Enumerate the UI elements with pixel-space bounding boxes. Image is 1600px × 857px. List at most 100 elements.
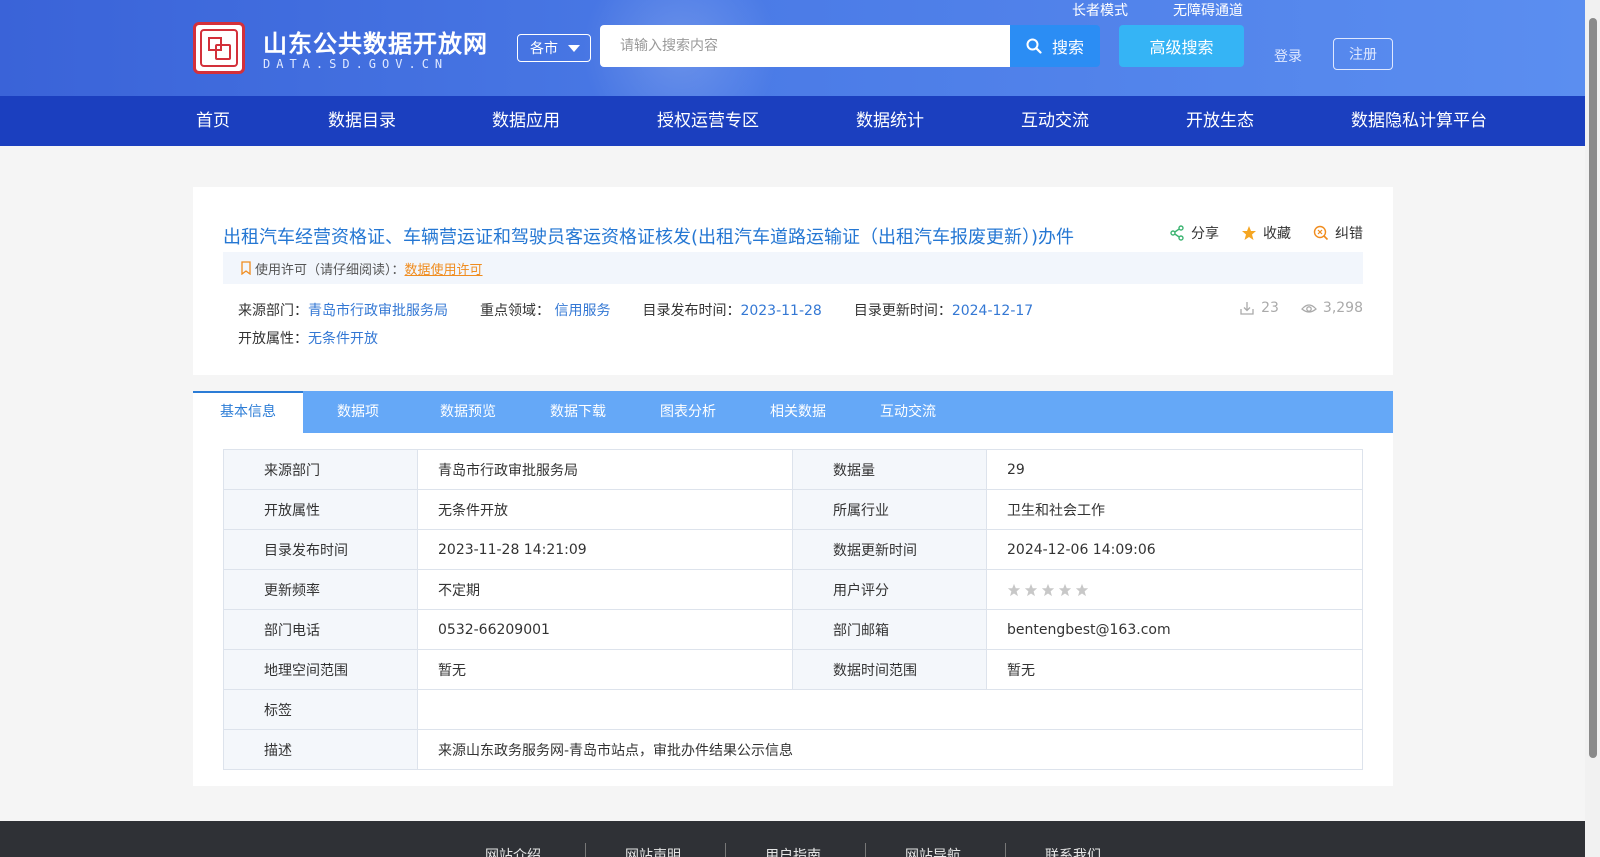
view-count: 3,298 xyxy=(1300,300,1363,316)
dataset-actions: 分享 收藏 纠错 xyxy=(1169,223,1363,243)
field-value[interactable]: 信用服务 xyxy=(554,303,610,319)
star-icon[interactable] xyxy=(1058,583,1072,597)
bookmark-icon xyxy=(241,261,251,275)
tab-basic-info[interactable]: 基本信息 xyxy=(193,391,303,433)
tab-chart-analysis[interactable]: 图表分析 xyxy=(633,391,743,433)
nav-item-authorized-ops[interactable]: 授权运营专区 xyxy=(657,96,759,146)
info-value: 青岛市行政审批服务局 xyxy=(417,449,793,490)
info-value: 不定期 xyxy=(417,569,793,610)
info-key: 更新频率 xyxy=(223,569,418,610)
info-value xyxy=(417,689,1363,730)
info-value: 卫生和社会工作 xyxy=(986,489,1363,530)
info-value: 29 xyxy=(986,449,1363,490)
login-link[interactable]: 登录 xyxy=(1274,46,1302,66)
info-value: 来源山东政务服务网-青岛市站点，审批办件结果公示信息 xyxy=(417,729,1363,770)
info-key: 用户评分 xyxy=(792,569,987,610)
info-key: 标签 xyxy=(223,689,418,730)
star-icon[interactable] xyxy=(1007,583,1021,597)
info-value: 暂无 xyxy=(986,649,1363,690)
source-value[interactable]: 青岛市行政审批服务局 xyxy=(308,303,448,319)
dataset-meta-row-2: 开放属性：无条件开放 xyxy=(238,328,378,348)
nav-item-apps[interactable]: 数据应用 xyxy=(492,96,560,146)
open-label: 开放属性： xyxy=(238,331,308,347)
info-value: 2024-12-06 14:09:06 xyxy=(986,529,1363,570)
info-value: bentengbest@163.com xyxy=(986,609,1363,650)
elder-mode-link[interactable]: 长者模式 xyxy=(1072,0,1128,20)
footer-link-about[interactable]: 网站介绍 xyxy=(485,845,541,857)
footer-link-sitemap[interactable]: 网站导航 xyxy=(905,845,961,857)
register-button[interactable]: 注册 xyxy=(1333,38,1393,70)
footer-link-contact[interactable]: 联系我们 xyxy=(1045,845,1101,857)
info-key: 开放属性 xyxy=(223,489,418,530)
info-key: 部门邮箱 xyxy=(792,609,987,650)
tab-related-data[interactable]: 相关数据 xyxy=(743,391,853,433)
site-header: 山东公共数据开放网 DATA.SD.GOV.CN 各市 搜索 高级搜索 长者模式… xyxy=(0,0,1585,96)
tab-data-items[interactable]: 数据项 xyxy=(303,391,413,433)
favorite-button[interactable]: 收藏 xyxy=(1241,223,1291,243)
nav-item-privacy-computing[interactable]: 数据隐私计算平台 xyxy=(1351,96,1487,146)
table-row: 部门电话 0532-66209001 部门邮箱 bentengbest@163.… xyxy=(223,609,1363,650)
info-key: 数据量 xyxy=(792,449,987,490)
info-key: 数据更新时间 xyxy=(792,529,987,570)
footer-link-guide[interactable]: 用户指南 xyxy=(765,845,821,857)
info-key: 来源部门 xyxy=(223,449,418,490)
download-count-value: 23 xyxy=(1261,300,1279,316)
nav-item-ecosystem[interactable]: 开放生态 xyxy=(1186,96,1254,146)
footer-link-statement[interactable]: 网站声明 xyxy=(625,845,681,857)
scrollbar-thumb[interactable] xyxy=(1589,18,1597,758)
table-row: 来源部门 青岛市行政审批服务局 数据量 29 xyxy=(223,449,1363,490)
publish-label: 目录发布时间： xyxy=(642,303,741,319)
open-value[interactable]: 无条件开放 xyxy=(308,331,378,347)
tab-data-download[interactable]: 数据下载 xyxy=(523,391,633,433)
eye-icon xyxy=(1300,304,1317,313)
basic-info-table: 来源部门 青岛市行政审批服务局 数据量 29 开放属性 无条件开放 所属行业 卫… xyxy=(223,449,1363,770)
nav-item-home[interactable]: 首页 xyxy=(196,96,230,146)
page-scrollbar[interactable] xyxy=(1585,0,1600,857)
info-key: 数据时间范围 xyxy=(792,649,987,690)
star-icon[interactable] xyxy=(1075,583,1089,597)
star-icon xyxy=(1242,226,1256,240)
rating-stars[interactable] xyxy=(1007,583,1342,597)
info-value: 暂无 xyxy=(417,649,793,690)
city-select[interactable]: 各市 xyxy=(517,34,591,62)
accessibility-link[interactable]: 无障碍通道 xyxy=(1173,0,1243,20)
report-error-button[interactable]: 纠错 xyxy=(1313,223,1363,243)
tab-data-preview[interactable]: 数据预览 xyxy=(413,391,523,433)
table-row: 更新频率 不定期 用户评分 xyxy=(223,569,1363,610)
footer-divider xyxy=(585,843,586,857)
city-select-label: 各市 xyxy=(530,41,558,57)
download-icon xyxy=(1240,302,1254,315)
caret-down-icon xyxy=(568,44,580,52)
info-key: 目录发布时间 xyxy=(223,529,418,570)
error-report-icon xyxy=(1313,225,1329,241)
search-button[interactable]: 搜索 xyxy=(1010,25,1100,67)
nav-item-catalog[interactable]: 数据目录 xyxy=(328,96,396,146)
main-nav: 首页 数据目录 数据应用 授权运营专区 数据统计 互动交流 开放生态 数据隐私计… xyxy=(0,96,1585,146)
report-error-label: 纠错 xyxy=(1335,226,1363,242)
info-key: 描述 xyxy=(223,729,418,770)
nav-item-interaction[interactable]: 互动交流 xyxy=(1021,96,1089,146)
search-icon xyxy=(1026,38,1042,54)
dataset-meta-row-1: 来源部门：青岛市行政审批服务局 重点领域： 信用服务 目录发布时间：2023-11-… xyxy=(238,300,1033,320)
dataset-title: 出租汽车经营资格证、车辆营运证和驾驶员客运资格证核发(出租汽车道路运输证（出租汽… xyxy=(223,227,1075,248)
info-value: 2023-11-28 14:21:09 xyxy=(417,529,793,570)
table-row: 目录发布时间 2023-11-28 14:21:09 数据更新时间 2024-1… xyxy=(223,529,1363,570)
field-label: 重点领域： xyxy=(480,303,550,319)
share-button[interactable]: 分享 xyxy=(1169,223,1219,243)
info-value: 0532-66209001 xyxy=(417,609,793,650)
site-title[interactable]: 山东公共数据开放网 xyxy=(263,24,488,59)
logo-seal-icon[interactable] xyxy=(193,22,245,74)
table-row: 地理空间范围 暂无 数据时间范围 暂无 xyxy=(223,649,1363,690)
source-label: 来源部门： xyxy=(238,303,308,319)
license-link[interactable]: 数据使用许可 xyxy=(405,259,483,278)
star-icon[interactable] xyxy=(1041,583,1055,597)
nav-item-statistics[interactable]: 数据统计 xyxy=(856,96,924,146)
star-icon[interactable] xyxy=(1024,583,1038,597)
update-label: 目录更新时间： xyxy=(853,303,952,319)
advanced-search-button[interactable]: 高级搜索 xyxy=(1119,25,1244,67)
search-input[interactable] xyxy=(600,25,1011,67)
tab-interaction[interactable]: 互动交流 xyxy=(853,391,963,433)
publish-value: 2023-11-28 xyxy=(740,303,822,319)
basic-info-panel: 来源部门 青岛市行政审批服务局 数据量 29 开放属性 无条件开放 所属行业 卫… xyxy=(193,433,1393,786)
dataset-stats: 23 3,298 xyxy=(1239,300,1363,316)
